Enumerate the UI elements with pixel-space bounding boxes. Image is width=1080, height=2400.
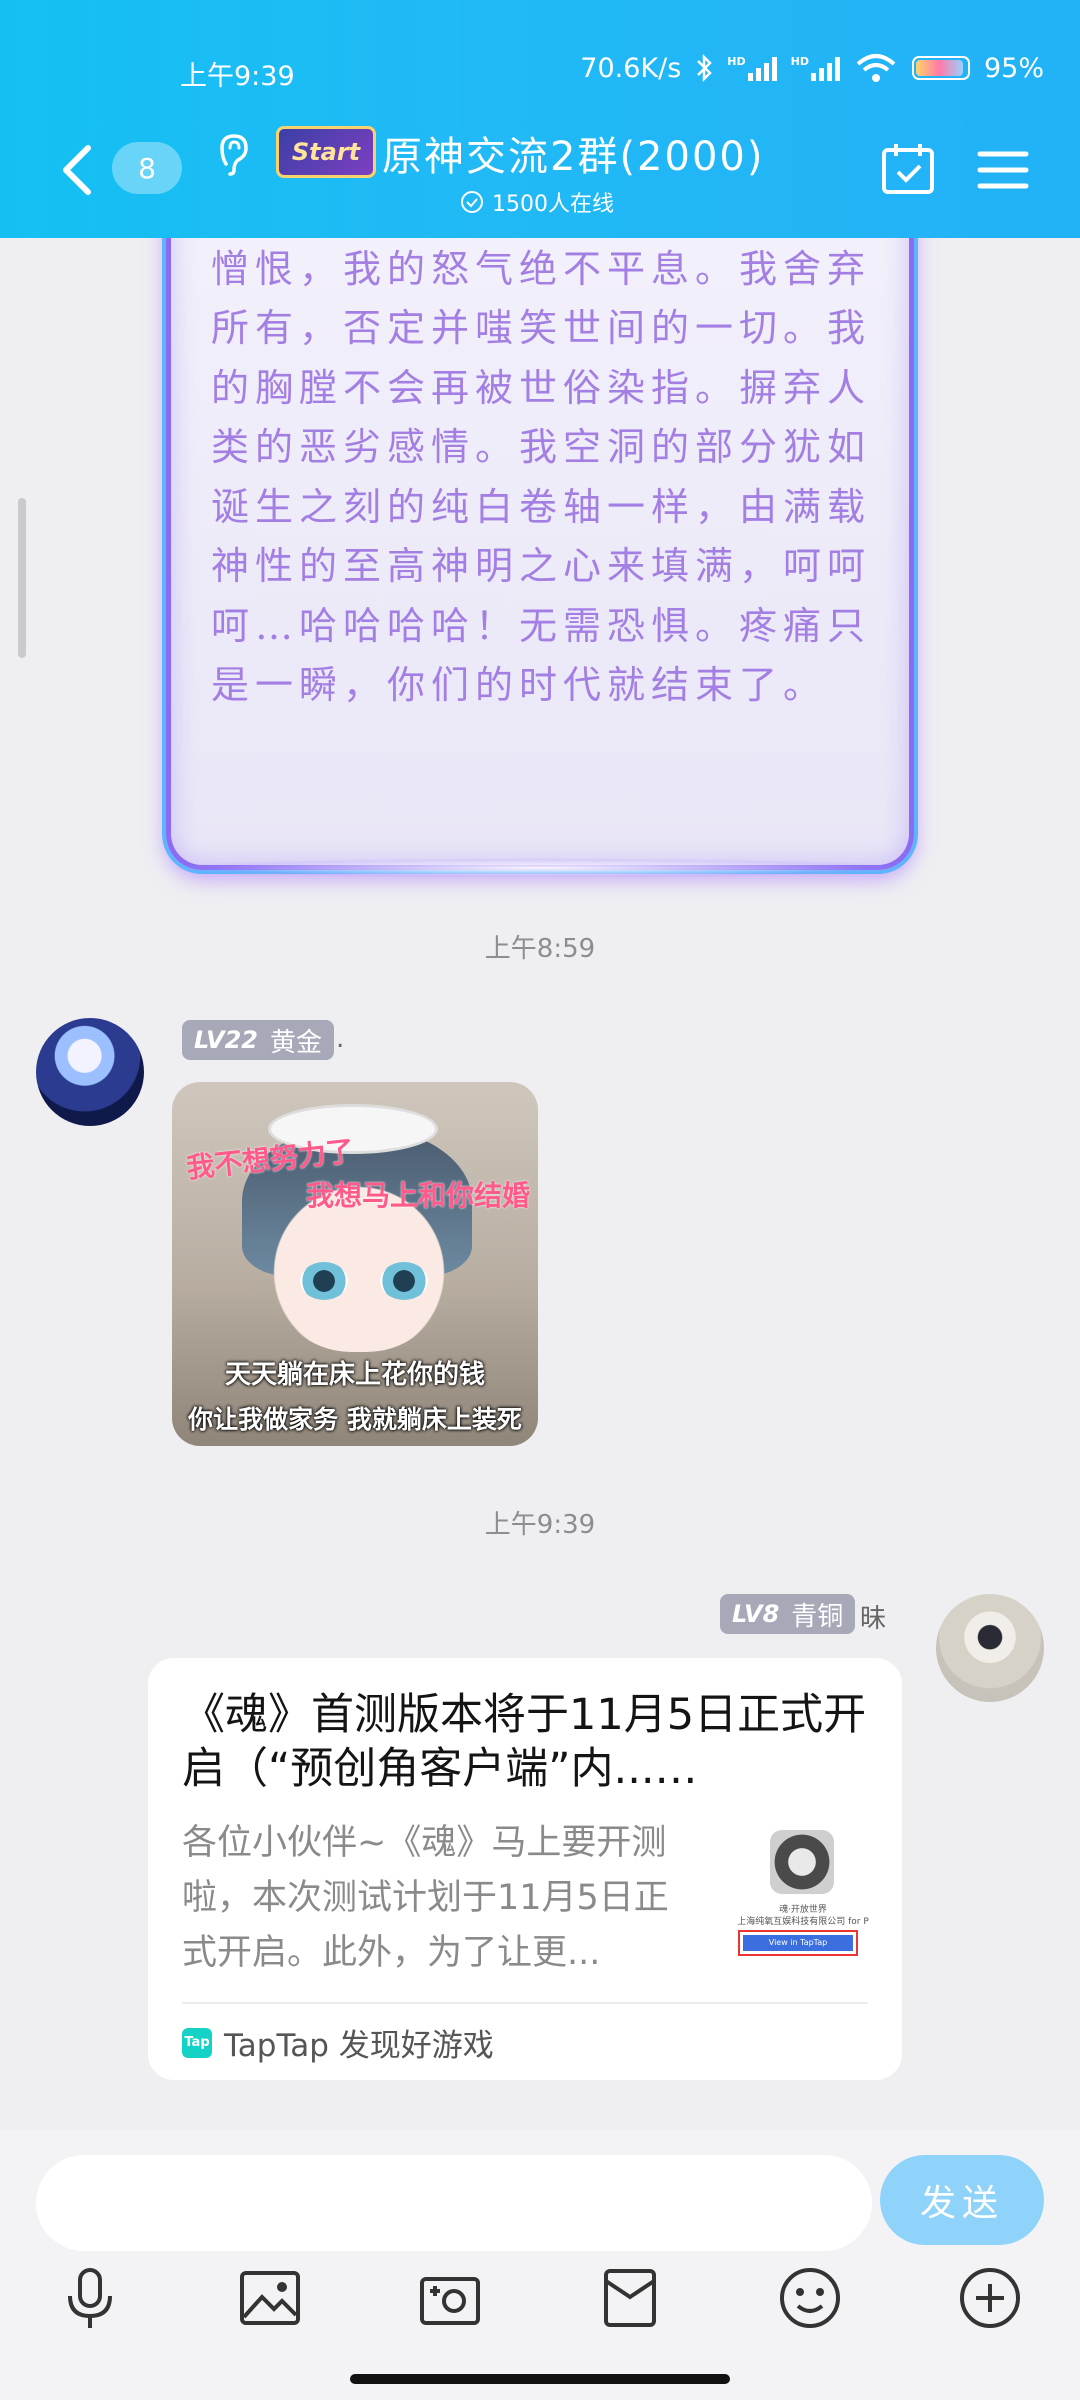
signal-icon-1: HD: [727, 55, 777, 81]
input-toolbar: [0, 2262, 1080, 2342]
plus-circle-icon: [960, 2268, 1020, 2328]
emoji-button[interactable]: [774, 2262, 846, 2334]
rank-label: 青铜: [791, 1601, 844, 1632]
red-packet-button[interactable]: [594, 2262, 666, 2334]
ear-mode-icon[interactable]: [214, 130, 254, 178]
sender-avatar[interactable]: [936, 1594, 1044, 1702]
taptap-icon: Tap: [182, 2027, 212, 2058]
quote-text: 与我的约定，人绝不信，神亦令我憎恨，我的怒气绝不平息。我舍弃所有，否定并嗤笑世间…: [211, 187, 872, 707]
home-indicator[interactable]: [350, 2374, 730, 2384]
level-label: LV8: [732, 1600, 780, 1628]
thumb-button: View in TapTap: [738, 1930, 858, 1956]
sticker-text-bottom-1: 天天躺在床上花你的钱: [224, 1360, 485, 1390]
link-share-card[interactable]: 《魂》首测版本将于11月5日正式开启（“预创角客户端”内...… 各位小伙伴~《…: [148, 1658, 902, 2080]
microphone-icon: [68, 2268, 112, 2328]
link-thumbnail: 魂·开放世界 上海纯氧互娱科技有限公司 for P View in TapTap: [728, 1824, 878, 1974]
source-label: TapTap 发现好游戏: [224, 2028, 494, 2064]
level-label: LV22: [194, 1026, 258, 1054]
link-description: 各位小伙伴~《魂》马上要开测啦，本次测试计划于11月5日正式开启。此外，为了让更…: [182, 1823, 669, 1973]
chat-header: 上午9:39 70.6K/s HD HD 95% 8 Start 原神交流2群(…: [0, 0, 1080, 238]
level-badge: LV8 青铜: [720, 1594, 856, 1634]
network-speed: 70.6K/s: [580, 52, 682, 84]
sticker-text-bottom-2: 你让我做家务 我就躺床上装死: [188, 1405, 522, 1434]
battery-percent: 95%: [983, 52, 1044, 84]
thumb-publisher: 上海纯氧互娱科技有限公司 for P: [737, 1917, 869, 1927]
online-status: 1500人在线: [460, 186, 614, 218]
calendar-check-icon[interactable]: [880, 142, 936, 196]
bluetooth-icon: [697, 53, 713, 83]
sender-name[interactable]: 昧: [860, 1598, 886, 1635]
back-arrow-icon[interactable]: [56, 140, 96, 200]
smiley-icon: [780, 2268, 840, 2328]
quote-card-message[interactable]: 与我的约定，人绝不信，神亦令我憎恨，我的怒气绝不平息。我舍弃所有，否定并嗤笑世间…: [166, 180, 914, 870]
signal-icon-2: HD: [791, 55, 840, 81]
link-title: 《魂》首测版本将于11月5日正式开启（“预创角客户端”内...…: [182, 1690, 867, 1794]
link-source: Tap TapTap 发现好游戏: [182, 2020, 494, 2065]
online-count: 1500人在线: [492, 192, 614, 217]
group-logo: Start: [276, 126, 376, 178]
scroll-indicator[interactable]: [18, 498, 26, 658]
rank-label: 黄金: [269, 1027, 322, 1058]
chat-screen: 上午9:39 70.6K/s HD HD 95% 8 Start 原神交流2群(…: [0, 0, 1080, 2400]
card-glow: [160, 858, 920, 878]
online-check-icon: [461, 191, 483, 213]
voice-button[interactable]: [54, 2262, 126, 2334]
image-icon: [240, 2271, 300, 2325]
wifi-icon: [856, 54, 896, 82]
camera-button[interactable]: [414, 2262, 486, 2334]
red-packet-icon: [604, 2269, 656, 2327]
send-button[interactable]: 发送: [880, 2155, 1044, 2245]
message-input[interactable]: [36, 2155, 872, 2251]
more-button[interactable]: [954, 2262, 1026, 2334]
sticker-text-top-2: 我想马上和你结婚: [306, 1179, 531, 1212]
status-indicators: 70.6K/s HD HD 95%: [580, 52, 1044, 84]
level-badge: LV22 黄金: [182, 1020, 334, 1060]
game-logo-icon: [770, 1830, 834, 1894]
status-time: 上午9:39: [180, 61, 295, 92]
sticker-image[interactable]: 我不想努力了 我想马上和你结婚 天天躺在床上花你的钱 你让我做家务 我就躺床上装…: [172, 1082, 538, 1446]
menu-icon[interactable]: [976, 148, 1030, 192]
group-name[interactable]: 原神交流2群(2000): [382, 124, 764, 182]
sender-avatar[interactable]: [36, 1018, 144, 1126]
timestamp: 上午9:39: [484, 1510, 596, 1540]
divider: [182, 2002, 868, 2004]
battery-icon: [911, 56, 970, 80]
timestamp: 上午8:59: [484, 934, 596, 964]
camera-icon: [420, 2277, 480, 2325]
sender-name[interactable]: .: [336, 1024, 344, 1054]
image-button[interactable]: [234, 2262, 306, 2334]
unread-count-badge[interactable]: 8: [112, 142, 182, 194]
